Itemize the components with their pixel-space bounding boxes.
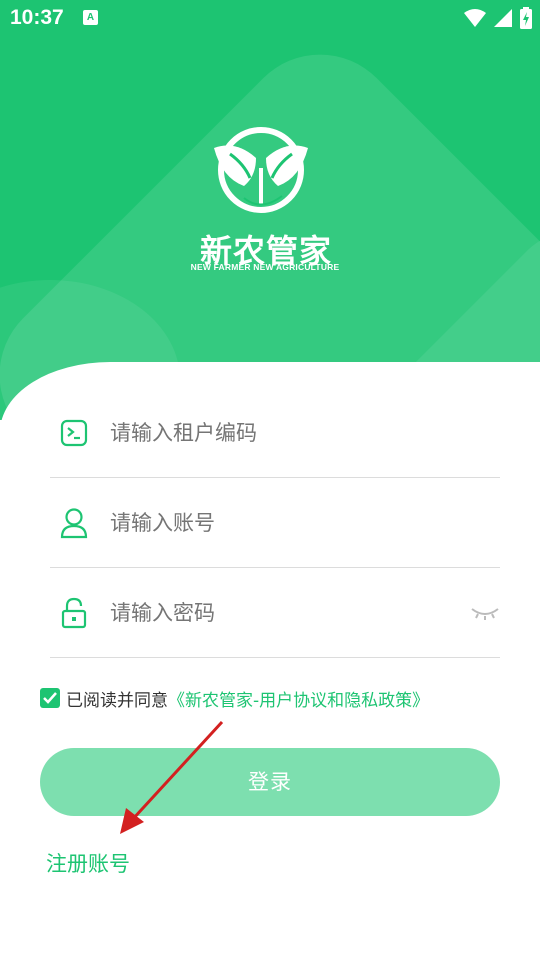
signal-icon <box>494 9 512 27</box>
agreement-checkbox[interactable] <box>40 688 60 708</box>
wifi-icon <box>464 9 486 27</box>
user-icon <box>52 501 96 545</box>
register-link[interactable]: 注册账号 <box>46 848 130 878</box>
status-time: 10:37 <box>10 6 64 29</box>
login-button[interactable]: 登录 <box>40 748 500 816</box>
agreement-prefix: 已阅读并同意 <box>66 690 168 711</box>
brand-subtitle: NEW FARMER NEW AGRICULTURE <box>190 262 340 272</box>
notification-a-icon: A <box>83 10 98 25</box>
lock-icon <box>52 591 96 635</box>
status-icons <box>464 6 532 30</box>
header-banner: 10:37 A 新农管家 NEW FARMER NEW AGRICULTURE <box>0 0 540 420</box>
terminal-icon <box>52 411 96 455</box>
status-bar: 10:37 A <box>0 0 540 36</box>
password-field[interactable] <box>50 568 500 658</box>
account-field[interactable] <box>50 478 500 568</box>
tenant-code-input[interactable] <box>110 420 500 445</box>
agreement-row: 已阅读并同意 《新农管家-用户协议和隐私政策》 <box>40 686 429 711</box>
agreement-link[interactable]: 《新农管家-用户协议和隐私政策》 <box>168 686 429 711</box>
password-input[interactable] <box>110 600 500 625</box>
battery-icon <box>520 7 532 29</box>
annotation-arrow <box>120 720 224 834</box>
checkmark-icon <box>43 692 57 704</box>
eye-closed-icon[interactable] <box>470 601 500 625</box>
tenant-code-field[interactable] <box>50 388 500 478</box>
app-logo-icon <box>214 127 308 213</box>
account-input[interactable] <box>110 510 500 535</box>
